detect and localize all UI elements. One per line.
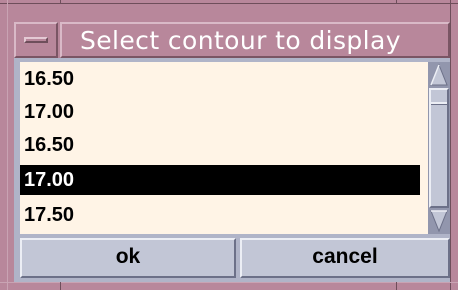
list-item[interactable]: 16.50 (20, 130, 420, 160)
title-area[interactable]: Select contour to display (60, 22, 450, 58)
scrollbar-thumb[interactable] (429, 88, 449, 208)
list-item-selected[interactable]: 17.00 (20, 165, 420, 195)
frame-corner-mark (60, 282, 61, 290)
vertical-scrollbar[interactable] (428, 62, 450, 234)
list-item[interactable]: 17.00 (20, 97, 420, 127)
dialog-window: Select contour to display 16.50 17.00 16… (0, 0, 458, 290)
window-title: Select contour to display (80, 26, 401, 55)
frame-corner-mark (60, 0, 61, 4)
frame-edge (7, 0, 8, 290)
frame-edge (0, 282, 458, 283)
dialog-body: 16.50 17.00 16.50 17.00 17.50 ok cancel (14, 58, 450, 282)
contour-list[interactable]: 16.50 17.00 16.50 17.00 17.50 (20, 62, 428, 234)
scroll-down-arrow-icon[interactable] (430, 209, 448, 233)
frame-corner-mark (396, 0, 397, 4)
scrollbar-grip (431, 102, 447, 105)
cancel-button[interactable]: cancel (240, 238, 450, 278)
frame-edge (0, 3, 458, 4)
title-bar[interactable]: Select contour to display (14, 22, 450, 58)
window-menu-button[interactable] (14, 22, 58, 58)
list-item[interactable]: 16.50 (20, 64, 420, 94)
window-menu-icon (24, 37, 48, 43)
ok-button[interactable]: ok (20, 238, 236, 278)
frame-corner-mark (396, 282, 397, 290)
list-item[interactable]: 17.50 (20, 200, 420, 230)
scroll-up-arrow-icon[interactable] (430, 63, 448, 87)
frame-edge (450, 0, 451, 290)
